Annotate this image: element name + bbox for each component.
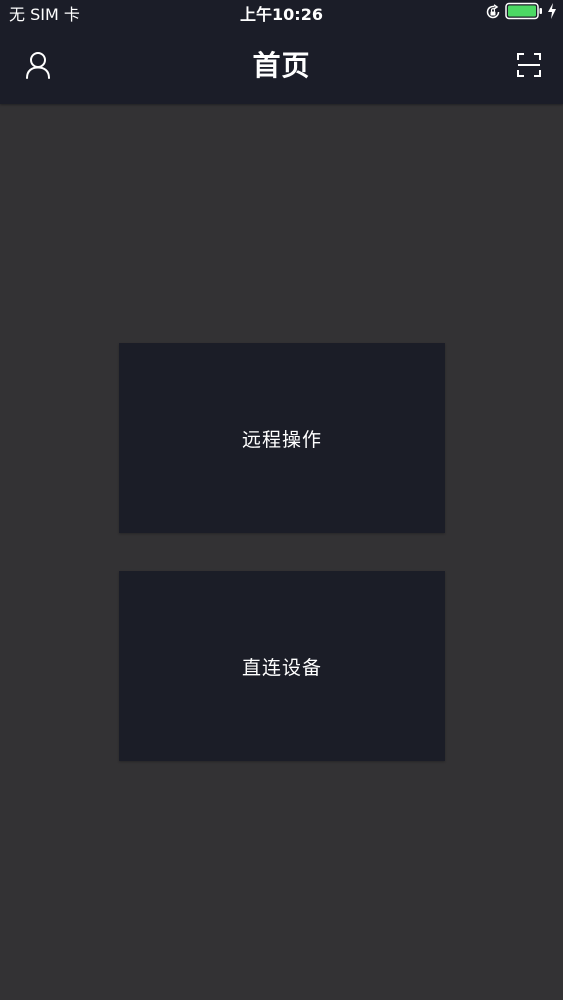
direct-device-label: 直连设备 xyxy=(241,656,322,679)
status-bar: 无 SIM 卡 上午10:26 xyxy=(0,0,563,30)
top-bar: 无 SIM 卡 上午10:26 首页 xyxy=(0,0,563,104)
remote-operation-label: 远程操作 xyxy=(241,428,322,451)
home-screen: 无 SIM 卡 上午10:26 首页 远程操作 直连设备 xyxy=(0,0,563,1000)
scan-button[interactable] xyxy=(511,49,547,85)
charging-bolt-icon xyxy=(547,0,557,30)
direct-device-button[interactable]: 直连设备 xyxy=(119,571,445,761)
page-title: 首页 xyxy=(252,49,311,82)
scan-icon xyxy=(516,52,542,82)
orientation-lock-icon xyxy=(485,0,501,30)
status-time: 上午10:26 xyxy=(240,5,323,24)
battery-icon xyxy=(505,0,543,30)
remote-operation-button[interactable]: 远程操作 xyxy=(119,343,445,533)
status-indicators xyxy=(485,2,557,24)
navigation-bar: 首页 xyxy=(0,30,563,104)
